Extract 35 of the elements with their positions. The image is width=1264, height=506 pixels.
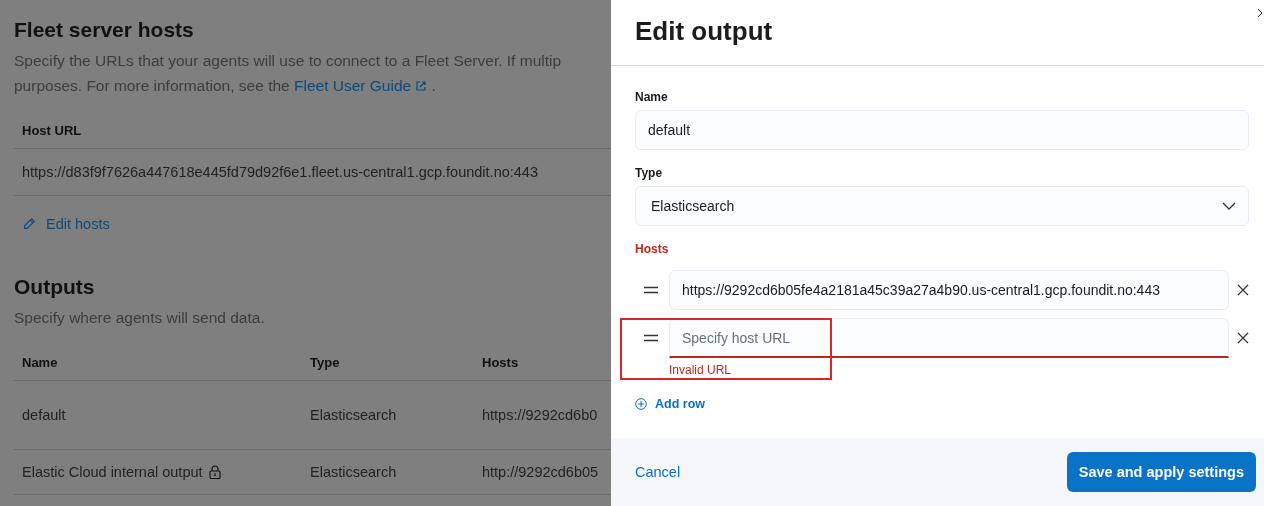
section-title: Fleet server hosts	[14, 18, 195, 42]
chevron-down-icon	[1222, 202, 1236, 210]
section-description: Specify where agents will send data.	[14, 308, 266, 328]
section-description: purposes. For more information, see the Fleet User Guide .	[14, 76, 437, 96]
table-cell: Elastic Cloud internal output	[22, 464, 203, 480]
external-link-icon	[415, 80, 428, 92]
type-select[interactable]: Elasticsearch	[635, 186, 1249, 226]
drag-handle-icon[interactable]	[644, 334, 658, 342]
table-cell-text: https://d83f9f7626a447618e445fd79d92f6e1.fleet.us-central1.gcp.foundit.no:443	[21, 164, 538, 180]
field-label: Hosts	[635, 242, 670, 256]
column-header: Name	[21, 354, 59, 370]
column-header: Hosts	[481, 354, 520, 370]
host-url-field[interactable]: Specify host URL	[669, 318, 1229, 358]
table-cell-text: https://9292cd6b0	[481, 407, 599, 423]
field-label: Name	[635, 90, 669, 104]
column-header: Host URL	[21, 122, 82, 138]
add-row-link[interactable]: Add row	[635, 397, 705, 411]
section-title: Outputs	[14, 275, 96, 299]
table-cell-text: http://9292cd6b05	[481, 464, 600, 480]
lock-icon	[208, 465, 221, 479]
section-description: Specify the URLs that your agents will use to connect to a Fleet Server. If multip	[14, 51, 563, 71]
column-header: Type	[309, 354, 341, 370]
save-button[interactable]: Save and apply settings	[1066, 452, 1256, 492]
host-url-field[interactable]: https://9292cd6b05fe4a2181a45c39a27a4b90.us-central1.gcp.foundit.no:443	[669, 270, 1229, 310]
plus-circle-icon	[635, 398, 647, 410]
flyout-title: Edit output	[635, 16, 774, 47]
table-cell-text: Elasticsearch	[309, 407, 398, 423]
cancel-button[interactable]: Cancel	[635, 464, 681, 480]
table-cell-text: Elasticsearch	[309, 464, 398, 480]
table-cell: default	[22, 407, 66, 423]
name-field[interactable]: default	[635, 110, 1249, 150]
pencil-icon	[22, 217, 36, 231]
drag-handle-icon[interactable]	[644, 286, 658, 294]
field-label: Type	[635, 166, 664, 180]
error-message: Invalid URL	[669, 363, 733, 377]
